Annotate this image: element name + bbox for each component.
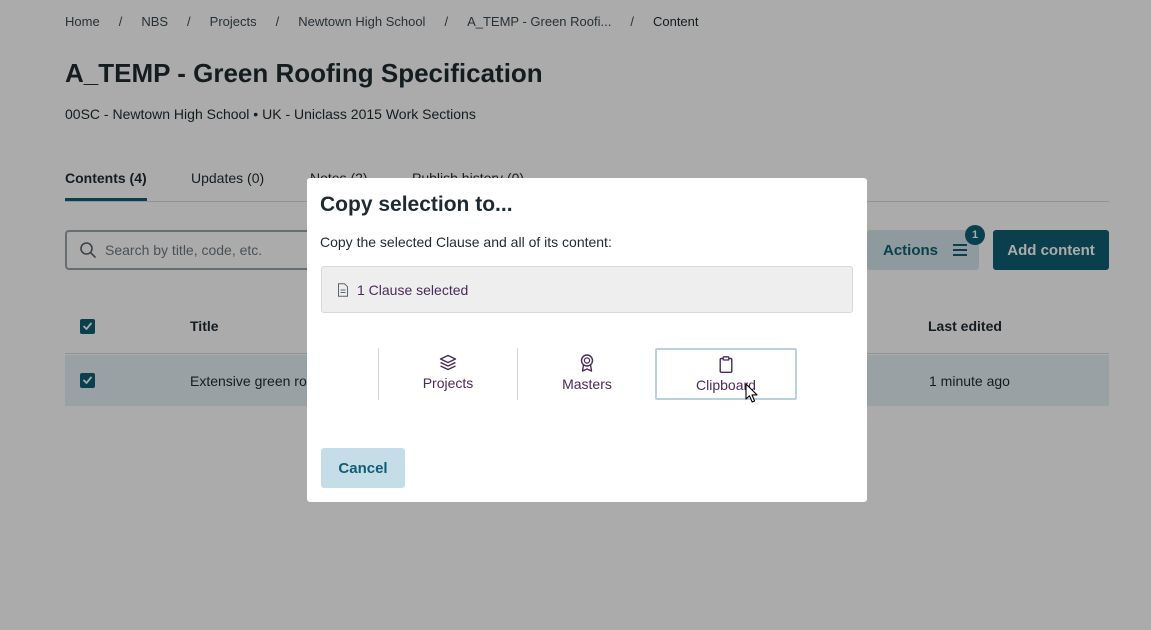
destination-projects-label: Projects xyxy=(422,375,474,391)
dialog-title: Copy selection to... xyxy=(320,193,513,216)
mouse-cursor-icon xyxy=(745,383,758,403)
cancel-button[interactable]: Cancel xyxy=(321,448,405,488)
dialog-description: Copy the selected Clause and all of its … xyxy=(320,234,612,250)
destination-projects[interactable]: Projects xyxy=(378,348,517,400)
destination-options: Projects Masters Clipboard xyxy=(378,348,798,400)
layers-icon xyxy=(439,354,457,371)
clipboard-icon xyxy=(719,356,733,373)
document-icon xyxy=(338,282,348,297)
destination-clipboard[interactable]: Clipboard xyxy=(655,348,797,400)
award-icon xyxy=(580,354,594,372)
destination-masters[interactable]: Masters xyxy=(517,348,656,400)
selection-text: 1 Clause selected xyxy=(357,281,469,298)
copy-selection-dialog: Copy selection to... Copy the selected C… xyxy=(307,178,867,502)
selection-summary: 1 Clause selected xyxy=(321,266,853,313)
destination-masters-label: Masters xyxy=(562,376,612,392)
